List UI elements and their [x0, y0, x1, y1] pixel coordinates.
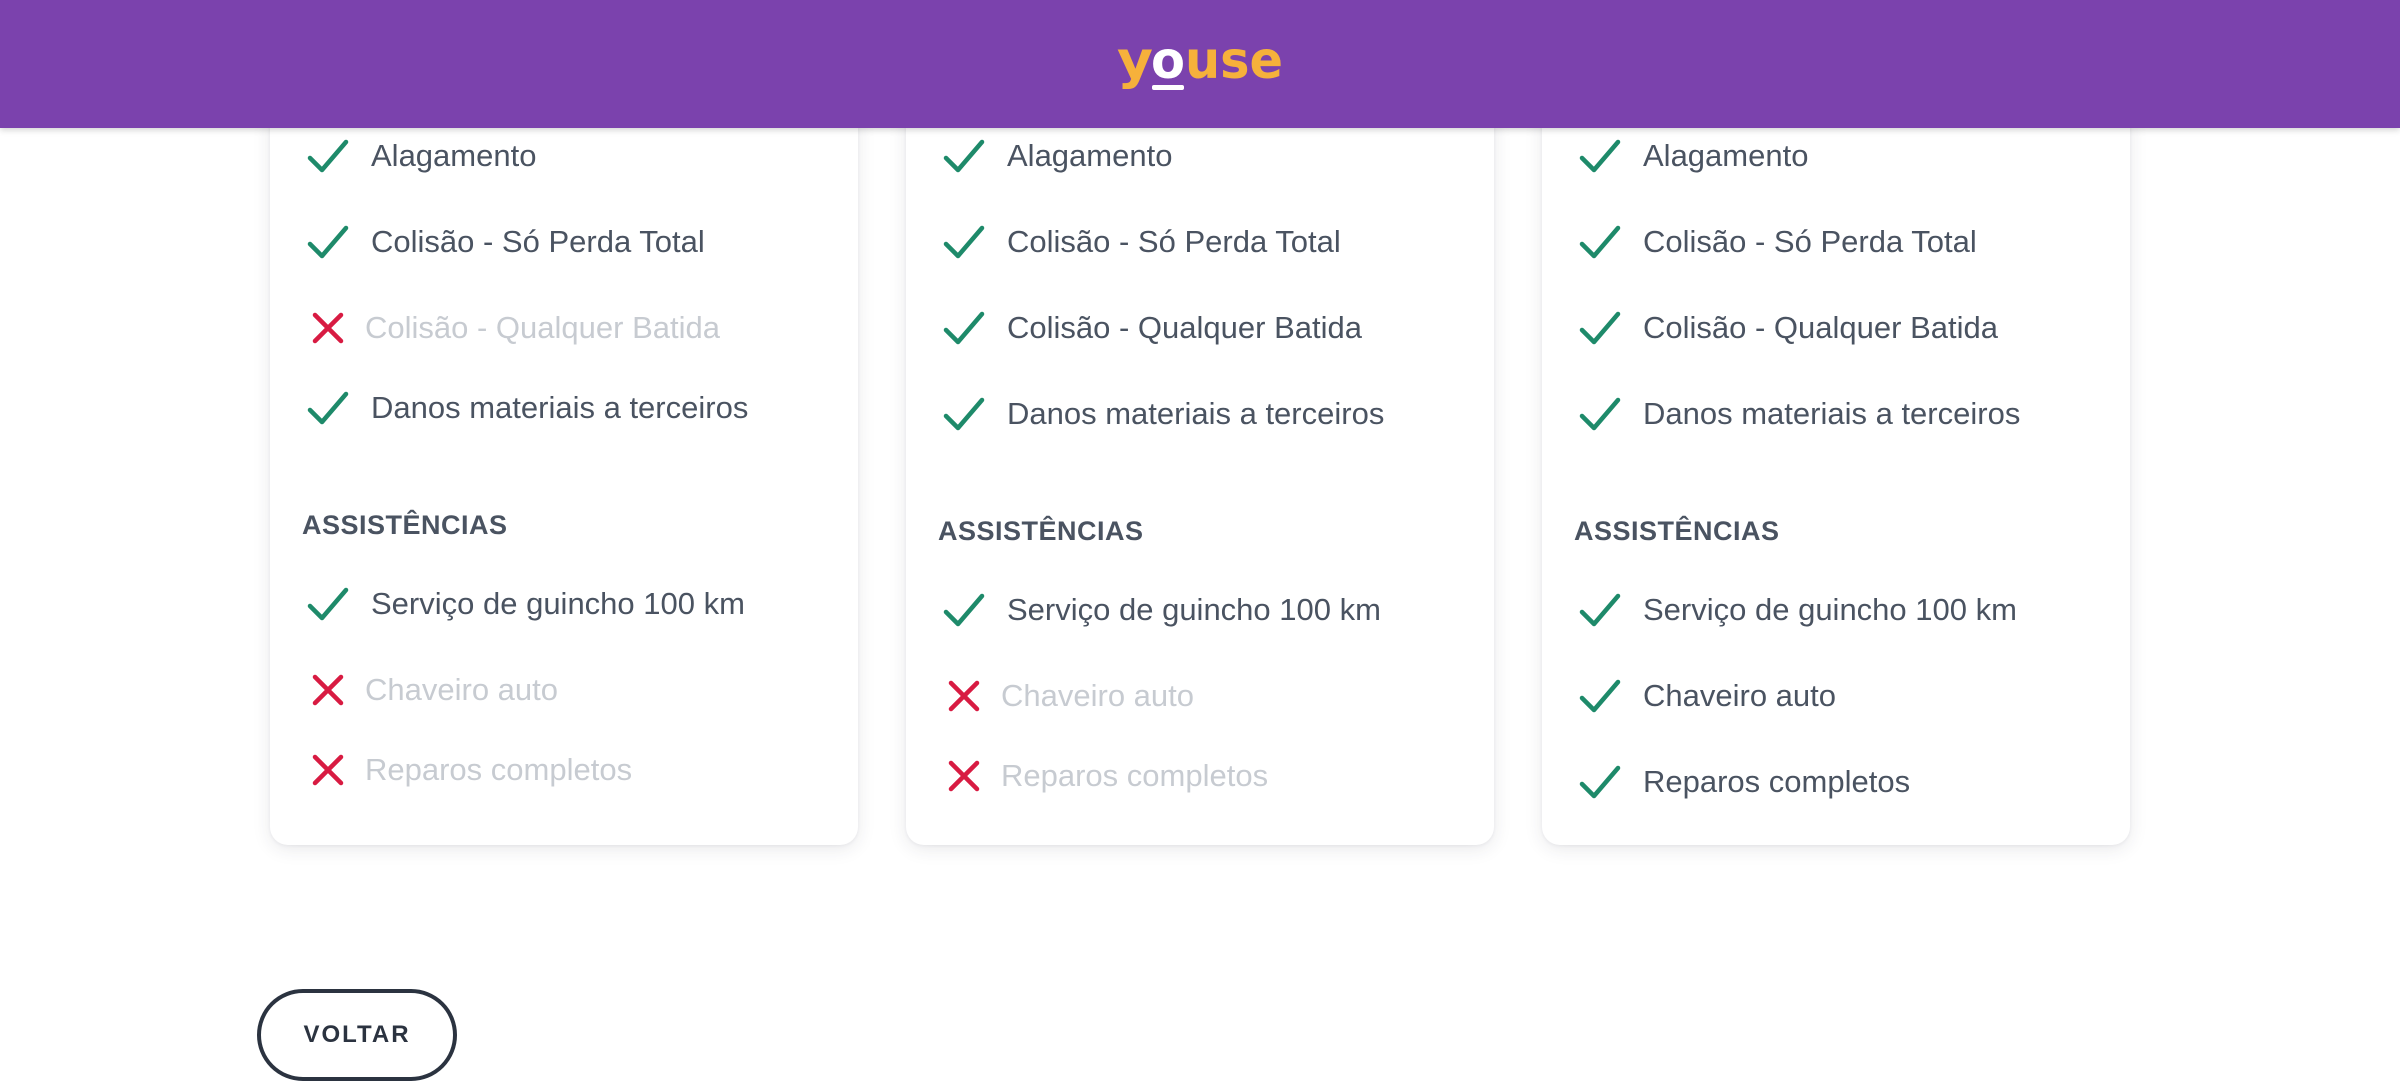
coverage-item: Alagamento	[942, 131, 1172, 181]
check-icon	[1578, 220, 1622, 264]
assistance-label: Reparos completos	[365, 752, 633, 787]
coverage-item: Alagamento	[1578, 131, 1808, 181]
top-header: y o use	[0, 0, 2400, 128]
back-button-label: VOLTAR	[303, 1021, 411, 1048]
check-icon	[1578, 588, 1622, 632]
assistance-item: Serviço de guincho 100 km	[1578, 585, 2017, 635]
assistance-label: Serviço de guincho 100 km	[371, 586, 745, 621]
assistance-item: Reparos completos	[306, 745, 632, 795]
svg-text:use: use	[1185, 31, 1283, 91]
cross-icon	[306, 668, 350, 712]
assistance-label: Reparos completos	[1001, 758, 1269, 793]
check-icon	[1578, 760, 1622, 804]
coverage-item: Danos materiais a terceiros	[942, 389, 1384, 439]
cross-icon	[306, 306, 350, 350]
assistance-item: Serviço de guincho 100 km	[306, 579, 745, 629]
coverage-label: Danos materiais a terceiros	[1007, 396, 1385, 431]
coverage-label: Alagamento	[1643, 138, 1809, 173]
plan-card-1: Alagamento Colisão - Só Perda Total Coli…	[270, 60, 858, 845]
coverage-label: Colisão - Qualquer Batida	[1643, 310, 1998, 345]
check-icon	[306, 134, 350, 178]
coverage-label: Colisão - Só Perda Total	[1007, 224, 1341, 259]
assistance-item: Chaveiro auto	[1578, 671, 1836, 721]
youse-logo[interactable]: y o use	[1117, 30, 1283, 92]
cross-icon	[942, 674, 986, 718]
coverage-item: Colisão - Só Perda Total	[942, 217, 1341, 267]
assistance-label: Serviço de guincho 100 km	[1643, 592, 2017, 627]
cross-icon	[942, 754, 986, 798]
coverage-label: Danos materiais a terceiros	[1643, 396, 2021, 431]
assistance-item: Reparos completos	[1578, 757, 1910, 807]
assistance-label: Serviço de guincho 100 km	[1007, 592, 1381, 627]
coverage-item: Colisão - Qualquer Batida	[1578, 303, 1998, 353]
check-icon	[942, 392, 986, 436]
assistance-item: Reparos completos	[942, 751, 1268, 801]
assistances-title: ASSISTÊNCIAS	[302, 510, 508, 540]
check-icon	[306, 582, 350, 626]
back-button[interactable]: VOLTAR	[257, 989, 457, 1081]
coverage-label: Colisão - Qualquer Batida	[1007, 310, 1362, 345]
assistance-label: Chaveiro auto	[1643, 678, 1837, 713]
svg-text:o: o	[1151, 31, 1185, 91]
check-icon	[942, 134, 986, 178]
coverage-label: Alagamento	[371, 138, 537, 173]
assistance-label: Chaveiro auto	[365, 672, 559, 707]
check-icon	[306, 220, 350, 264]
coverage-item: Danos materiais a terceiros	[1578, 389, 2020, 439]
assistance-label: Chaveiro auto	[1001, 678, 1195, 713]
check-icon	[1578, 674, 1622, 718]
check-icon	[306, 386, 350, 430]
assistance-item: Serviço de guincho 100 km	[942, 585, 1381, 635]
check-icon	[1578, 392, 1622, 436]
check-icon	[1578, 134, 1622, 178]
coverage-label: Danos materiais a terceiros	[371, 390, 749, 425]
check-icon	[942, 306, 986, 350]
coverage-item: Colisão - Só Perda Total	[306, 217, 705, 267]
coverage-item: Danos materiais a terceiros	[306, 383, 748, 433]
assistance-label: Reparos completos	[1643, 764, 1911, 799]
coverage-item: Colisão - Qualquer Batida	[942, 303, 1362, 353]
check-icon	[942, 588, 986, 632]
svg-text:y: y	[1117, 31, 1153, 91]
coverage-label: Colisão - Só Perda Total	[371, 224, 705, 259]
cross-icon	[306, 748, 350, 792]
coverage-label: Alagamento	[1007, 138, 1173, 173]
assistances-title: ASSISTÊNCIAS	[938, 516, 1144, 546]
assistance-item: Chaveiro auto	[306, 665, 558, 715]
coverage-label: Colisão - Qualquer Batida	[365, 310, 720, 345]
plan-card-3: Alagamento Colisão - Só Perda Total Coli…	[1542, 60, 2130, 845]
check-icon	[942, 220, 986, 264]
check-icon	[1578, 306, 1622, 350]
assistance-item: Chaveiro auto	[942, 671, 1194, 721]
coverage-item: Alagamento	[306, 131, 536, 181]
coverage-item: Colisão - Qualquer Batida	[306, 303, 720, 353]
plan-card-2: Alagamento Colisão - Só Perda Total Coli…	[906, 60, 1494, 845]
assistances-title: ASSISTÊNCIAS	[1574, 516, 1780, 546]
coverage-label: Colisão - Só Perda Total	[1643, 224, 1977, 259]
coverage-item: Colisão - Só Perda Total	[1578, 217, 1977, 267]
